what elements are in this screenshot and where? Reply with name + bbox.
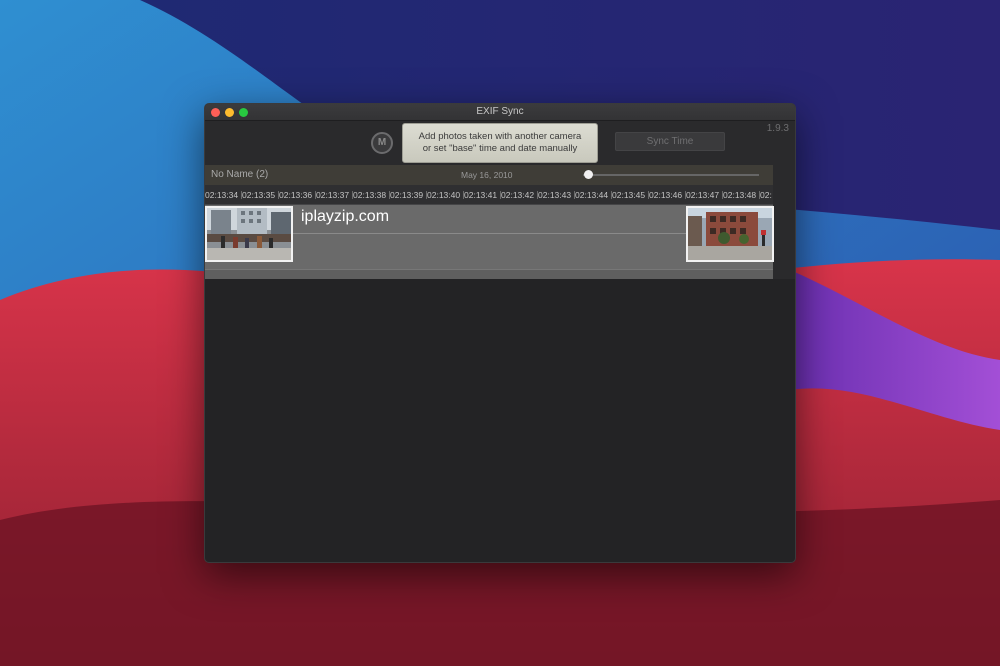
add-photos-hint[interactable]: Add photos taken with another camera or … <box>402 123 598 163</box>
version-label: 1.9.3 <box>766 123 789 134</box>
window-title: EXIF Sync <box>476 106 524 117</box>
ruler-tick: 02:13:42 <box>501 185 538 204</box>
ruler-tick: 02:13:40 <box>427 185 464 204</box>
exif-sync-window: EXIF Sync M Add photos taken with anothe… <box>204 103 796 563</box>
vertical-scroll-area[interactable] <box>773 165 795 279</box>
track-name: No Name (2) <box>211 169 269 180</box>
ruler-tick: 02:13:44 <box>575 185 612 204</box>
ruler-tick: 02:13:39 <box>390 185 427 204</box>
ruler-tick: 02:13:43 <box>538 185 575 204</box>
ruler-tick: 02:13:35 <box>242 185 279 204</box>
watermark-text: iplayzip.com <box>300 208 390 225</box>
ruler-tick: 02:13:46 <box>649 185 686 204</box>
zoom-slider-track[interactable] <box>583 174 759 176</box>
toolbar: M Add photos taken with another camera o… <box>205 121 795 165</box>
building-corner-image <box>688 208 772 260</box>
ruler-tick: 02:13:47 <box>686 185 723 204</box>
ruler-tick: 02: <box>760 185 773 204</box>
manual-time-button[interactable]: M <box>371 132 393 154</box>
track-header: No Name (2) May 16, 2010 <box>205 165 773 185</box>
hint-line-2: or set "base" time and date manually <box>422 143 578 154</box>
zoom-slider-knob[interactable] <box>584 170 594 179</box>
ruler-tick: 02:13:45 <box>612 185 649 204</box>
ruler-tick: 02:13:38 <box>353 185 390 204</box>
hint-line-1: Add photos taken with another camera <box>418 131 582 142</box>
ruler-tick: 02:13:34 <box>205 185 242 204</box>
time-ruler: 02:13:34 02:13:35 02:13:36 02:13:37 02:13:38… <box>205 185 773 205</box>
ruler-tick: 02:13:37 <box>316 185 353 204</box>
track-date: May 16, 2010 <box>461 170 513 180</box>
title-bar: EXIF Sync <box>205 104 795 121</box>
photo-thumbnail-2[interactable] <box>686 206 774 262</box>
sync-time-button[interactable]: Sync Time <box>615 132 725 151</box>
ruler-tick: 02:13:48 <box>723 185 760 204</box>
ruler-tick: 02:13:36 <box>279 185 316 204</box>
timeline-footer <box>205 269 773 279</box>
ruler-tick: 02:13:41 <box>464 185 501 204</box>
